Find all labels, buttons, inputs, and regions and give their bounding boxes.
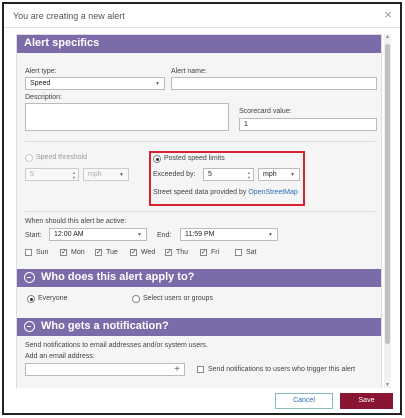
everyone-label: Everyone [38,295,68,302]
notification-header[interactable]: Who gets a notification? [17,318,381,336]
day-label-sat: Sat [246,249,257,256]
stepper-icon: ▲ ▼ [247,170,251,180]
chevron-down-icon: ▼ [290,172,295,178]
alert-form-panel: Alert specifics Alert type: Speed ▼ Aler… [16,34,382,388]
alert-name-input[interactable] [171,77,377,90]
chevron-down-icon: ▼ [268,232,273,238]
start-time-value: 12:00 AM [54,231,84,238]
collapse-icon [24,321,35,332]
exceeded-by-unit-select[interactable]: mph ▼ [258,168,300,181]
save-button[interactable]: Save [340,393,393,409]
alert-type-label: Alert type: [25,68,57,75]
divider [25,211,375,212]
collapse-icon [24,272,35,283]
alert-type-value: Speed [30,80,51,87]
speed-threshold-value: 5 [30,171,34,178]
dialog-body[interactable]: Alert specifics Alert type: Speed ▼ Aler… [16,34,382,388]
active-time-label: When should this alert be active: [25,218,127,225]
speed-threshold-input[interactable]: 5 ▲ ▼ [25,168,79,181]
notify-triggering-users-label: Send notifications to users who trigger … [208,366,356,373]
end-time-select[interactable]: 11:59 PM ▼ [180,228,278,241]
openstreetmap-link[interactable]: OpenStreetMap [248,189,297,196]
day-checkbox-fri[interactable]: ✓ [200,249,207,256]
cancel-button[interactable]: Cancel [275,393,333,409]
dialog-title: You are creating a new alert [13,11,125,21]
speed-threshold-label: Speed threshold [36,154,87,161]
exceeded-by-value: 5 [208,171,212,178]
scrollbar-thumb[interactable] [385,44,390,344]
day-checkbox-thu[interactable]: ✓ [165,249,172,256]
chevron-down-icon: ▼ [137,232,142,238]
select-users-radio[interactable] [132,295,140,303]
alert-specifics-title: Alert specifics [24,37,100,49]
scrollbar[interactable]: ▲ ▼ [384,34,391,388]
day-label-tue: Tue [106,249,118,256]
everyone-radio[interactable] [27,295,35,303]
scorecard-label: Scorecard value: [239,108,292,115]
stepper-icon: ▲ ▼ [72,170,76,180]
create-alert-dialog: You are creating a new alert × Alert spe… [2,2,402,415]
day-checkbox-sun[interactable] [25,249,32,256]
divider [25,141,375,142]
speed-threshold-radio[interactable] [25,154,33,162]
applies-to-title: Who does this alert apply to? [41,271,195,283]
applies-to-header[interactable]: Who does this alert apply to? [17,269,381,287]
close-icon[interactable]: × [384,8,392,21]
exceeded-by-unit: mph [263,171,277,178]
alert-type-select[interactable]: Speed ▼ [25,77,165,90]
posted-limits-label: Posted speed limits [164,155,225,162]
email-input[interactable]: + [25,363,185,376]
chevron-down-icon: ▼ [155,81,160,87]
day-label-mon: Mon [71,249,85,256]
end-label: End: [157,232,172,239]
select-users-label: Select users or groups [143,295,214,302]
add-icon[interactable]: + [174,364,180,375]
day-label-thu: Thu [176,249,189,256]
notify-triggering-users-checkbox[interactable] [197,366,204,373]
scorecard-input[interactable]: 1 [239,118,377,131]
description-textarea[interactable] [25,103,229,131]
day-label-fri: Fri [211,249,220,256]
day-label-sun: Sun [36,249,49,256]
exceeded-by-input[interactable]: 5 ▲ ▼ [203,168,254,181]
start-time-select[interactable]: 12:00 AM ▼ [49,228,147,241]
street-data-prefix: Street speed data provided by [153,189,247,196]
alert-name-label: Alert name: [171,68,207,75]
day-label-wed: Wed [141,249,156,256]
exceeded-by-label: Exceeded by: [153,171,196,178]
scroll-up-icon[interactable]: ▲ [384,34,391,40]
speed-threshold-unit: mph [88,171,102,178]
alert-specifics-header: Alert specifics [17,35,381,53]
day-checkbox-mon[interactable]: ✓ [60,249,67,256]
notification-title: Who gets a notification? [41,320,169,332]
start-label: Start: [25,232,42,239]
day-checkbox-tue[interactable]: ✓ [95,249,102,256]
posted-limits-radio[interactable] [153,155,161,163]
speed-threshold-unit-select[interactable]: mph ▼ [83,168,129,181]
end-time-value: 11:59 PM [185,231,215,238]
send-notifications-text: Send notifications to email addresses an… [25,342,208,349]
description-label: Description: [25,94,62,101]
email-label: Add an email address: [25,353,95,360]
dialog-header: You are creating a new alert × [4,4,400,28]
dialog-footer: Cancel Save [4,392,400,413]
street-data-text: Street speed data provided by OpenStreet… [153,189,298,196]
scroll-down-icon[interactable]: ▼ [384,382,391,388]
day-checkbox-sat[interactable] [235,249,242,256]
chevron-down-icon: ▼ [119,172,124,178]
day-checkbox-wed[interactable]: ✓ [130,249,137,256]
